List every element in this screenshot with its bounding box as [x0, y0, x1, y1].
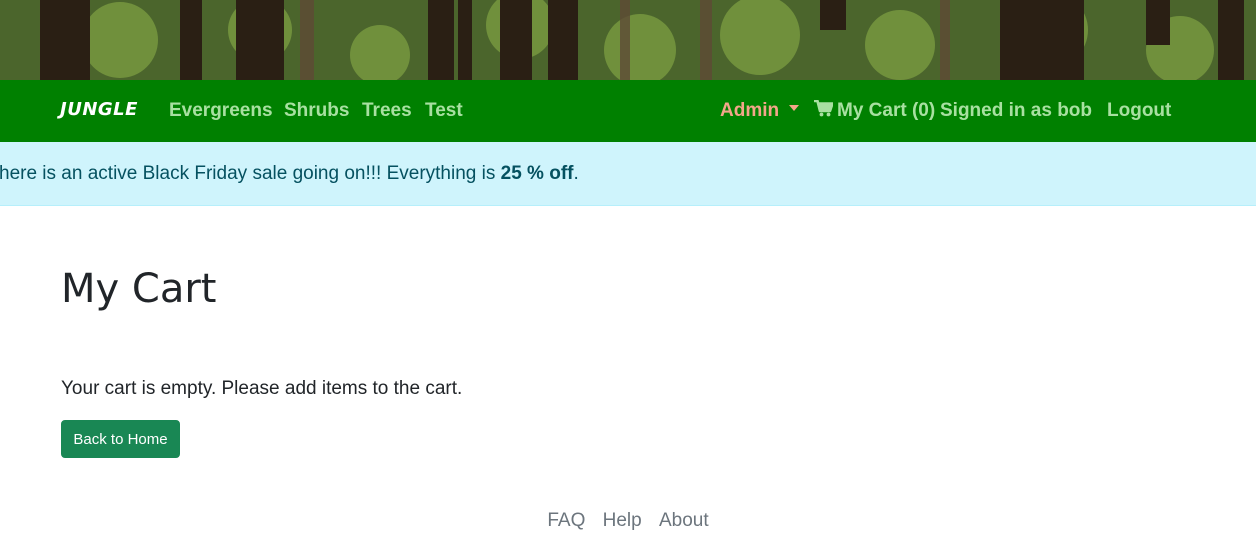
sale-text-before: here is an active Black Friday sale goin…	[0, 163, 501, 184]
nav-test[interactable]: Test	[425, 100, 463, 122]
nav-trees[interactable]: Trees	[362, 100, 412, 122]
signed-in-status: Signed in as bob	[940, 100, 1093, 121]
sale-text-after: .	[573, 163, 579, 184]
admin-label: Admin	[720, 100, 780, 121]
main-navbar: JUNGLE Evergreens Shrubs Trees Test Admi…	[0, 80, 1256, 142]
forest-header-image	[0, 0, 1256, 80]
cart-icon	[814, 100, 833, 117]
nav-shrubs[interactable]: Shrubs	[284, 100, 349, 122]
footer-link-faq[interactable]: FAQ	[547, 510, 585, 531]
sale-discount: 25 % off	[500, 163, 574, 184]
admin-dropdown[interactable]: Admin	[720, 100, 800, 122]
forest-image	[0, 0, 1256, 80]
brand-logo[interactable]: JUNGLE	[60, 99, 138, 120]
nav-evergreens[interactable]: Evergreens	[169, 100, 273, 122]
footer: FAQ Help About	[0, 510, 1256, 532]
footer-link-help[interactable]: Help	[603, 510, 642, 531]
empty-cart-message: Your cart is empty. Please add items to …	[61, 378, 463, 399]
chevron-down-icon	[789, 104, 800, 111]
cart-link[interactable]: My Cart (0)	[814, 100, 935, 122]
sale-banner-text: here is an active Black Friday sale goin…	[0, 163, 579, 185]
sale-banner: here is an active Black Friday sale goin…	[0, 142, 1256, 206]
footer-link-about[interactable]: About	[659, 510, 709, 531]
logout-link[interactable]: Logout	[1107, 100, 1171, 122]
page-title: My Cart	[61, 266, 217, 312]
cart-label: My Cart (0)	[837, 100, 936, 121]
back-to-home-button[interactable]: Back to Home	[61, 420, 180, 458]
